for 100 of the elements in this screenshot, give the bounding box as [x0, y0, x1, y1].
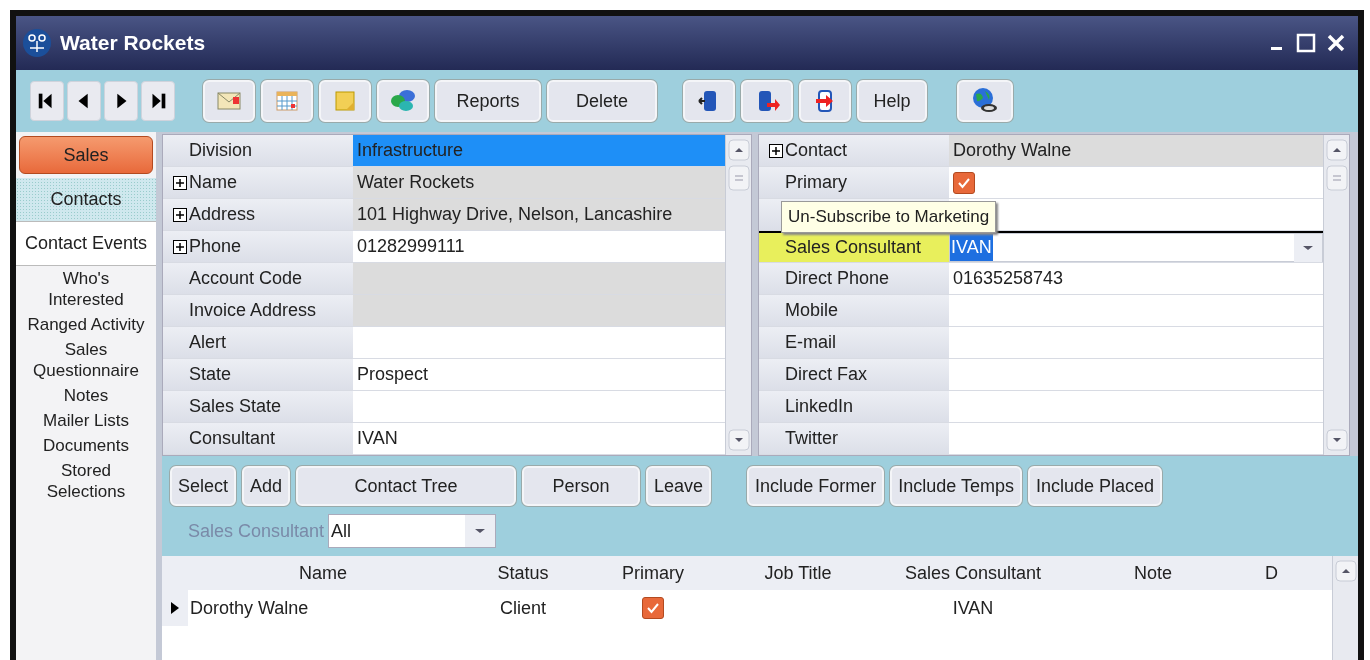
field-value[interactable] — [949, 295, 1323, 326]
panel-button[interactable]: Select — [170, 466, 237, 506]
field-label: Phone — [163, 231, 353, 262]
field-label: Twitter — [759, 423, 949, 454]
field-value[interactable] — [353, 391, 725, 422]
panel-button[interactable]: Contact Tree — [296, 466, 517, 506]
field-label: State — [163, 359, 353, 390]
field-label: Primary — [759, 167, 949, 198]
filter-label: Sales Consultant — [188, 519, 325, 543]
column-header[interactable]: Sales Consultant — [878, 559, 1068, 587]
checkbox[interactable] — [642, 597, 664, 619]
field-value[interactable]: Infrastructure — [353, 135, 725, 166]
toolbar-button[interactable] — [741, 80, 793, 122]
sidebar-link[interactable]: Notes — [27, 385, 145, 406]
scrollbar[interactable] — [1332, 556, 1358, 660]
scroll-thumb-icon[interactable] — [1325, 165, 1348, 191]
table-cell-text: Client — [499, 596, 547, 620]
column-header[interactable]: Status — [458, 559, 588, 587]
scrollbar[interactable] — [725, 135, 751, 455]
scrollbar[interactable] — [1323, 135, 1349, 455]
field-label: Alert — [163, 327, 353, 358]
field-label: Sales State — [163, 391, 353, 422]
field-label: LinkedIn — [759, 391, 949, 422]
field-value[interactable] — [949, 423, 1323, 454]
field-value[interactable] — [949, 391, 1323, 422]
field-value[interactable]: IVAN — [353, 423, 725, 454]
expand-icon[interactable] — [173, 207, 187, 222]
caret-icon — [1294, 233, 1322, 262]
table-cell-text: IVAN — [951, 596, 995, 620]
field-value[interactable]: Prospect — [353, 359, 725, 390]
field-label: E-mail — [759, 327, 949, 358]
field-value[interactable]: Dorothy Walne — [949, 135, 1323, 166]
checkbox[interactable] — [953, 171, 975, 194]
field-value[interactable] — [353, 263, 725, 294]
field-value[interactable] — [949, 359, 1323, 390]
dropdown-field[interactable]: All — [328, 514, 497, 548]
field-label: Name — [163, 167, 353, 198]
checkmark-icon — [646, 601, 660, 615]
module-button[interactable]: Sales — [19, 136, 153, 174]
field-label: Division — [163, 135, 353, 166]
toolbar-button[interactable] — [377, 80, 429, 122]
sidebar-link[interactable]: Who's Interested — [27, 268, 145, 310]
nav-button[interactable] — [141, 81, 175, 121]
field-value[interactable] — [949, 327, 1323, 358]
tooltip: Un-Subscribe to Marketing — [781, 201, 997, 233]
dropdown-field[interactable]: IVAN — [949, 233, 1323, 262]
close-icon[interactable] — [1326, 33, 1346, 53]
caret-icon — [465, 515, 496, 547]
column-header[interactable]: D — [1238, 559, 1278, 587]
field-label: Mobile — [759, 295, 949, 326]
field-value[interactable] — [353, 295, 725, 326]
expand-icon[interactable] — [769, 143, 783, 158]
field-label: Direct Phone — [759, 263, 949, 294]
panel-button[interactable]: Person — [522, 466, 641, 506]
toolbar-button[interactable]: Delete — [547, 80, 657, 122]
field-label: Sales Consultant — [759, 233, 949, 262]
sidebar-link[interactable]: Documents — [27, 435, 145, 456]
sidebar-link[interactable]: Mailer Lists — [27, 410, 145, 431]
scroll-up-icon[interactable] — [727, 139, 750, 161]
field-value[interactable]: Water Rockets — [353, 167, 725, 198]
panel-button[interactable]: Include Temps — [890, 466, 1022, 506]
sidebar-link[interactable]: Sales Questionnaire — [27, 339, 145, 381]
scroll-thumb-icon[interactable] — [727, 165, 750, 191]
sidebar-tab[interactable]: Contact Events — [16, 222, 156, 266]
field-value[interactable]: 101 Highway Drive, Nelson, Lancashire — [353, 199, 725, 230]
column-header[interactable]: Job Title — [718, 559, 878, 587]
nav-button[interactable] — [30, 81, 64, 121]
field-value[interactable]: 01635258743 — [949, 263, 1323, 294]
field-label: Address — [163, 199, 353, 230]
column-header[interactable]: Note — [1068, 559, 1238, 587]
scroll-down-icon[interactable] — [1325, 429, 1348, 451]
sidebar-link[interactable]: Ranged Activity — [27, 314, 145, 335]
panel-button[interactable]: Add — [242, 466, 291, 506]
maximize-icon[interactable] — [1296, 33, 1316, 53]
panel-button[interactable]: Include Placed — [1027, 466, 1162, 506]
toolbar-button[interactable]: Reports — [435, 80, 541, 122]
nav-button[interactable] — [67, 81, 101, 121]
column-header[interactable]: Name — [188, 559, 458, 587]
scroll-down-icon[interactable] — [727, 429, 750, 451]
field-value[interactable]: 01282999111 — [353, 231, 725, 262]
sidebar-link[interactable]: Stored Selections — [27, 460, 145, 502]
panel-button[interactable]: Leave — [646, 466, 712, 506]
window-title: Water Rockets — [60, 30, 206, 57]
toolbar-button[interactable] — [683, 80, 735, 122]
column-header[interactable]: Primary — [588, 559, 718, 587]
table-cell-text: Dorothy Walne — [189, 596, 310, 620]
expand-icon[interactable] — [173, 175, 187, 190]
panel-button[interactable]: Include Former — [747, 466, 885, 506]
expand-icon[interactable] — [173, 239, 187, 254]
field-value[interactable] — [353, 327, 725, 358]
nav-button[interactable] — [104, 81, 138, 121]
scroll-up-icon[interactable] — [1325, 139, 1348, 161]
toolbar-button[interactable] — [799, 80, 851, 122]
toolbar-button[interactable]: Help — [857, 80, 927, 122]
app-logo-icon — [22, 28, 52, 58]
sidebar-tab[interactable]: Contacts — [16, 178, 156, 222]
field-label: Consultant — [163, 423, 353, 454]
field-label: Contact — [759, 135, 949, 166]
scroll-up-icon[interactable] — [1334, 560, 1357, 582]
toolbar-button[interactable] — [957, 80, 1013, 122]
